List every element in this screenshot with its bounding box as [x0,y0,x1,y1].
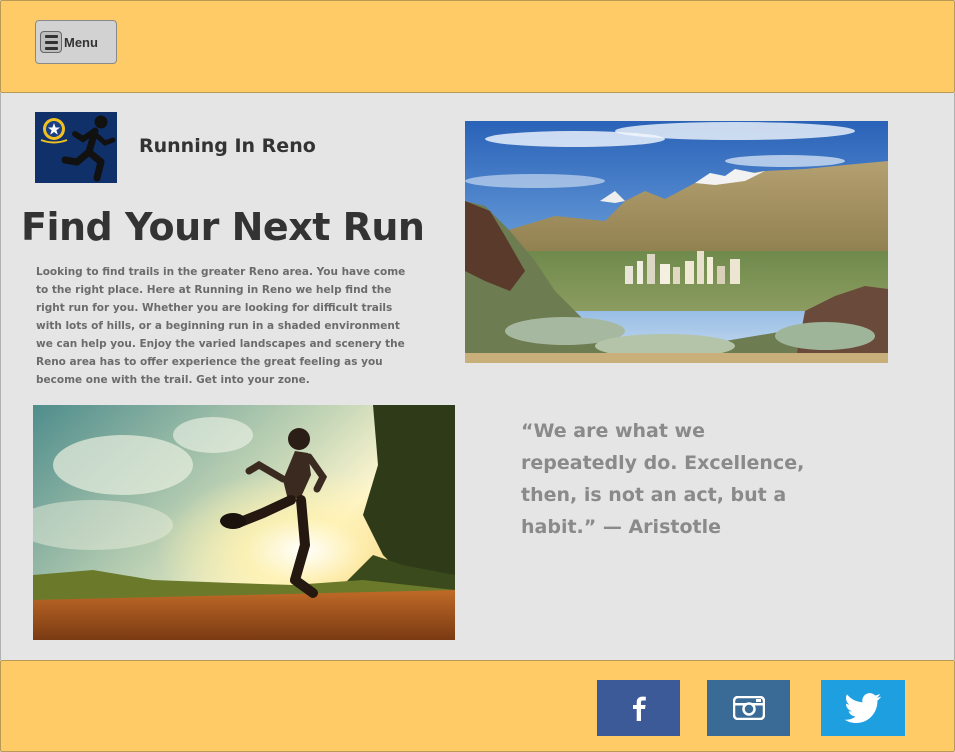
menu-button[interactable]: Menu [35,20,117,64]
instagram-icon [732,696,765,720]
page-headline: Find Your Next Run [21,205,425,249]
site-header: Menu [0,0,955,93]
site-name[interactable]: Running In Reno [139,135,316,157]
twitter-icon [844,693,882,723]
intro-text: Looking to find trails in the greater Re… [36,266,406,386]
facebook-button[interactable] [597,680,680,736]
twitter-button[interactable] [821,680,905,736]
hamburger-icon [40,31,62,53]
site-footer [0,660,955,752]
site-logo[interactable] [35,112,117,183]
facebook-icon [632,696,646,721]
quote-text: “We are what we repeatedly do. Excellenc… [521,420,805,538]
menu-label: Menu [64,34,98,50]
main-content: Running In Reno Find Your Next Run Looki… [0,93,955,660]
trail-runner-photo [33,405,455,640]
reno-skyline-photo [465,121,888,363]
instagram-button[interactable] [707,680,790,736]
